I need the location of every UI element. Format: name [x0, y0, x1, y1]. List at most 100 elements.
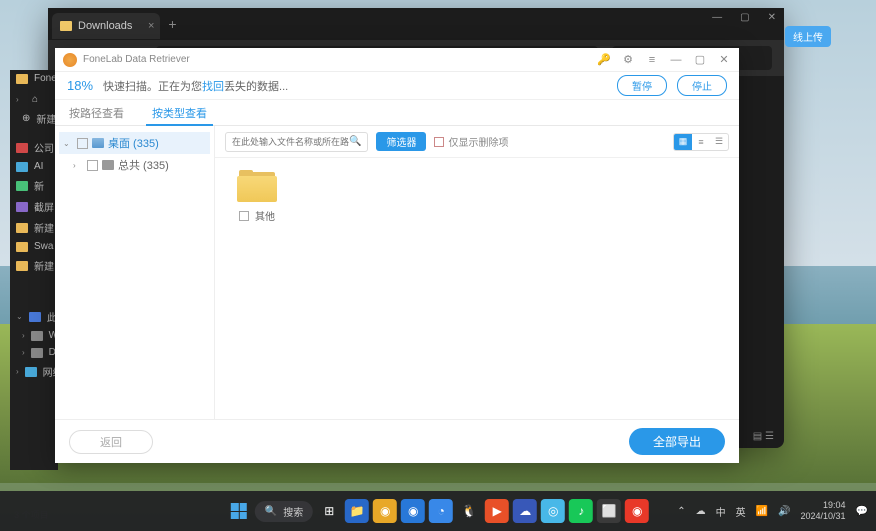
export-all-button[interactable]: 全部导出: [629, 428, 725, 455]
back-button[interactable]: 返回: [69, 430, 153, 454]
sidebar-item[interactable]: ›Wi: [10, 327, 58, 344]
taskbar-search[interactable]: 🔍 搜索: [255, 501, 313, 522]
folder-icon: [16, 223, 28, 233]
folder-icon: [16, 202, 28, 212]
tree-item-desktop[interactable]: ⌄ 桌面 (335): [59, 132, 210, 154]
folder-icon: [16, 162, 28, 172]
app-titlebar: FoneLab Data Retriever 🔑 ⚙ ≡ — ▢ ✕: [55, 48, 739, 72]
app-icon[interactable]: ◉: [625, 499, 649, 523]
wifi-icon[interactable]: 📶: [756, 506, 768, 517]
detail-view-icon[interactable]: ☰: [710, 134, 728, 150]
checkbox[interactable]: [77, 138, 88, 149]
pc-icon: [29, 312, 41, 322]
tab-by-type[interactable]: 按类型查看: [138, 100, 221, 125]
chevron-right-icon[interactable]: ›: [73, 161, 83, 170]
settings-icon[interactable]: ⚙: [621, 53, 635, 66]
tab-title: Downloads: [78, 20, 132, 32]
explorer-icon[interactable]: 📁: [345, 499, 369, 523]
sidebar-item[interactable]: ›Da: [10, 344, 58, 361]
language-indicator[interactable]: 中: [716, 504, 726, 519]
folder-icon: [16, 181, 28, 191]
app-window: FoneLab Data Retriever 🔑 ⚙ ≡ — ▢ ✕ 18% 快…: [55, 48, 739, 463]
upload-button[interactable]: 线上传: [785, 26, 831, 47]
chrome-icon[interactable]: ◉: [373, 499, 397, 523]
volume-icon[interactable]: 🔊: [778, 506, 790, 517]
minimize-icon[interactable]: —: [712, 12, 722, 23]
folder-icon: [16, 242, 28, 252]
notifications-icon[interactable]: 💬: [856, 506, 868, 517]
clock[interactable]: 19:04 2024/10/31: [801, 500, 846, 522]
sidebar-item[interactable]: Swa: [10, 238, 58, 255]
filter-button[interactable]: 筛选器: [376, 132, 426, 151]
tree-label: 桌面 (335): [108, 135, 159, 151]
folder-icon: [16, 143, 28, 153]
view-toggle: ▦ ≡ ☰: [673, 133, 729, 151]
app-icon[interactable]: ◔: [429, 499, 453, 523]
chevron-down-icon[interactable]: ⌄: [63, 139, 73, 148]
new-tab-button[interactable]: +: [168, 16, 176, 32]
app-footer: 返回 全部导出: [55, 419, 739, 463]
explorer-tab[interactable]: Downloads ×: [52, 13, 160, 39]
sidebar-item[interactable]: ›网络: [10, 361, 58, 382]
language-indicator[interactable]: 英: [736, 504, 746, 519]
sidebar-item[interactable]: 新建: [10, 255, 58, 276]
app-icon[interactable]: ⬜: [597, 499, 621, 523]
network-icon: [25, 367, 37, 377]
folder-icon: [102, 160, 114, 170]
checkbox[interactable]: [239, 211, 249, 221]
list-view-icon[interactable]: ≡: [692, 134, 710, 150]
chevron-up-icon[interactable]: ⌃: [677, 506, 685, 517]
search-icon[interactable]: 🔍: [349, 136, 361, 147]
app-logo-icon: [63, 53, 77, 67]
close-icon[interactable]: ✕: [717, 53, 731, 66]
file-grid: 其他: [215, 158, 739, 419]
file-sidebar: FoneLa ›⌂ ⊕新建 公司 AI 新 截屏 新建 Swa 新建 ⌄此 ›W…: [10, 70, 58, 470]
app-icon[interactable]: ◎: [541, 499, 565, 523]
add-icon: ⊕: [22, 113, 30, 124]
sidebar-item[interactable]: ›⌂: [10, 91, 58, 108]
checkbox[interactable]: [434, 137, 444, 147]
menu-icon[interactable]: ≡: [645, 54, 659, 66]
qq-icon[interactable]: 🐧: [457, 499, 481, 523]
grid-view-icon[interactable]: ▦: [674, 134, 692, 150]
tree-label: 总共 (335): [118, 157, 169, 173]
spotify-icon[interactable]: ♪: [569, 499, 593, 523]
disk-icon: [31, 331, 43, 341]
maximize-icon[interactable]: ▢: [740, 12, 749, 23]
start-button[interactable]: [227, 499, 251, 523]
cloud-icon[interactable]: ☁: [696, 506, 706, 517]
checkbox[interactable]: [87, 160, 98, 171]
sidebar-item[interactable]: FoneLa: [10, 70, 58, 87]
close-tab-icon[interactable]: ×: [148, 20, 154, 32]
search-input[interactable]: 🔍: [225, 132, 368, 152]
app-icon[interactable]: ▶: [485, 499, 509, 523]
stop-button[interactable]: 停止: [677, 75, 727, 96]
key-icon[interactable]: 🔑: [597, 53, 611, 66]
sidebar-item[interactable]: 新: [10, 175, 58, 196]
progress-row: 18% 快速扫描。正在为您找回丢失的数据... 暂停 停止: [55, 72, 739, 100]
disk-icon: [31, 348, 43, 358]
sidebar-item[interactable]: 新建: [10, 217, 58, 238]
minimize-icon[interactable]: —: [669, 54, 683, 66]
edge-icon[interactable]: ◉: [401, 499, 425, 523]
view-controls[interactable]: ▤ ☰: [753, 431, 774, 442]
tree-panel: ⌄ 桌面 (335) › 总共 (335): [55, 126, 215, 419]
desktop-icon: [92, 138, 104, 148]
sidebar-item[interactable]: ⊕新建: [10, 108, 58, 129]
app-icon[interactable]: ☁: [513, 499, 537, 523]
show-deleted-toggle[interactable]: 仅显示删除项: [434, 134, 508, 149]
progress-percent: 18%: [67, 78, 93, 93]
close-icon[interactable]: ✕: [768, 12, 776, 23]
folder-icon: [16, 74, 28, 84]
sidebar-item[interactable]: 公司: [10, 137, 58, 158]
task-view-icon[interactable]: ⊞: [317, 499, 341, 523]
pause-button[interactable]: 暂停: [617, 75, 667, 96]
sidebar-item[interactable]: ⌄此: [10, 306, 58, 327]
tab-by-path[interactable]: 按路径查看: [55, 100, 138, 125]
folder-item[interactable]: 其他: [227, 170, 287, 223]
sidebar-item[interactable]: AI: [10, 158, 58, 175]
sidebar-item[interactable]: 截屏: [10, 196, 58, 217]
tree-item-total[interactable]: › 总共 (335): [59, 154, 210, 176]
app-title: FoneLab Data Retriever: [83, 54, 597, 65]
maximize-icon[interactable]: ▢: [693, 53, 707, 66]
